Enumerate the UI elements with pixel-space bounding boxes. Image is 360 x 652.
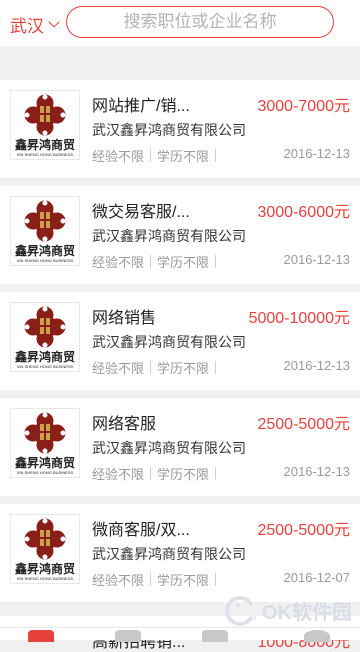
job-card[interactable]: 鑫昇鸿商贸 XIN SHENG HONG BUSINESS 微商客服/双... … [0,504,360,602]
post-date: 2016-12-13 [283,252,351,267]
watermark-text: OK软件园 [262,601,352,624]
job-card[interactable]: 鑫昇鸿商贸 XIN SHENG HONG BUSINESS 网络客服 2500-… [0,398,360,496]
divider [215,573,217,586]
job-title: 网络客服 [92,416,157,433]
experience-requirement: 经验不限 [92,573,145,588]
logo-subtext: XIN SHENG HONG BUSINESS [16,470,74,475]
bottom-nav-bar [0,627,360,642]
divider [150,361,152,374]
company-logo: 鑫昇鸿商贸 XIN SHENG HONG BUSINESS [10,196,80,266]
education-requirement: 学历不限 [157,149,210,164]
company-logo: 鑫昇鸿商贸 XIN SHENG HONG BUSINESS [10,90,80,160]
company-logo-icon [24,200,66,242]
job-salary: 5000-10000元 [248,310,350,327]
divider [215,255,217,268]
company-name: 武汉鑫昇鸿商贸有限公司 [92,440,246,456]
company-name: 武汉鑫昇鸿商贸有限公司 [92,228,246,244]
search-box[interactable] [66,6,334,38]
logo-text: 鑫昇鸿商贸 [14,350,75,364]
education-requirement: 学历不限 [157,573,210,588]
job-card[interactable]: 鑫昇鸿商贸 XIN SHENG HONG BUSINESS 微交易客服/... … [0,186,360,284]
company-name: 武汉鑫昇鸿商贸有限公司 [92,334,246,350]
city-selector[interactable]: 武汉 [10,12,60,37]
jobs-tab-icon[interactable] [115,630,141,642]
logo-subtext: XIN SHENG HONG BUSINESS [16,364,74,369]
company-logo-icon [24,94,66,136]
city-label: 武汉 [10,17,44,36]
job-title: 微商客服/双... [92,522,190,539]
job-requirements: 经验不限 学历不限 [92,146,222,165]
logo-subtext: XIN SHENG HONG BUSINESS [16,576,74,581]
job-title: 网站推广/销... [92,98,190,115]
job-title: 微交易客服/... [92,204,190,221]
top-header: 武汉 [0,0,360,46]
logo-text: 鑫昇鸿商贸 [14,456,75,470]
divider [215,467,217,480]
post-date: 2016-12-13 [283,464,351,479]
education-requirement: 学历不限 [157,467,210,482]
logo-text: 鑫昇鸿商贸 [14,244,75,258]
post-date: 2016-12-07 [283,570,351,585]
divider [150,467,152,480]
job-requirements: 经验不限 学历不限 [92,252,222,271]
logo-text: 鑫昇鸿商贸 [14,562,75,576]
job-requirements: 经验不限 学历不限 [92,464,222,483]
divider [150,255,152,268]
messages-tab-icon[interactable] [202,630,228,642]
company-logo: 鑫昇鸿商贸 XIN SHENG HONG BUSINESS [10,514,80,584]
company-logo: 鑫昇鸿商贸 XIN SHENG HONG BUSINESS [10,302,80,372]
logo-subtext: XIN SHENG HONG BUSINESS [16,258,74,263]
search-input[interactable] [78,11,322,33]
experience-requirement: 经验不限 [92,255,145,270]
job-salary: 3000-7000元 [257,98,350,115]
job-card[interactable]: 鑫昇鸿商贸 XIN SHENG HONG BUSINESS 网络销售 5000-… [0,292,360,390]
company-name: 武汉鑫昇鸿商贸有限公司 [92,546,246,562]
divider [150,149,152,162]
logo-text: 鑫昇鸿商贸 [14,138,75,152]
logo-subtext: XIN SHENG HONG BUSINESS [16,152,74,157]
company-logo-icon [24,306,66,348]
profile-tab-icon[interactable] [304,630,330,642]
education-requirement: 学历不限 [157,361,210,376]
experience-requirement: 经验不限 [92,149,145,164]
divider [150,573,152,586]
education-requirement: 学历不限 [157,255,210,270]
chevron-down-icon [48,16,60,28]
company-logo-icon [24,412,66,454]
job-salary: 2500-5000元 [257,522,350,539]
post-date: 2016-12-13 [283,358,351,373]
job-requirements: 经验不限 学历不限 [92,570,222,589]
job-card[interactable]: 鑫昇鸿商贸 XIN SHENG HONG BUSINESS 网站推广/销... … [0,80,360,178]
job-salary: 2500-5000元 [257,416,350,433]
post-date: 2016-12-13 [283,146,351,161]
divider [215,361,217,374]
home-tab-icon[interactable] [28,630,54,642]
company-name: 武汉鑫昇鸿商贸有限公司 [92,122,246,138]
experience-requirement: 经验不限 [92,361,145,376]
job-salary: 3000-6000元 [257,204,350,221]
experience-requirement: 经验不限 [92,467,145,482]
divider [215,149,217,162]
job-title: 网络销售 [92,310,157,327]
job-requirements: 经验不限 学历不限 [92,358,222,377]
company-logo: 鑫昇鸿商贸 XIN SHENG HONG BUSINESS [10,408,80,478]
company-logo-icon [24,518,66,560]
watermark-mascot-icon [225,596,256,626]
watermark: OK软件园 [222,594,352,626]
